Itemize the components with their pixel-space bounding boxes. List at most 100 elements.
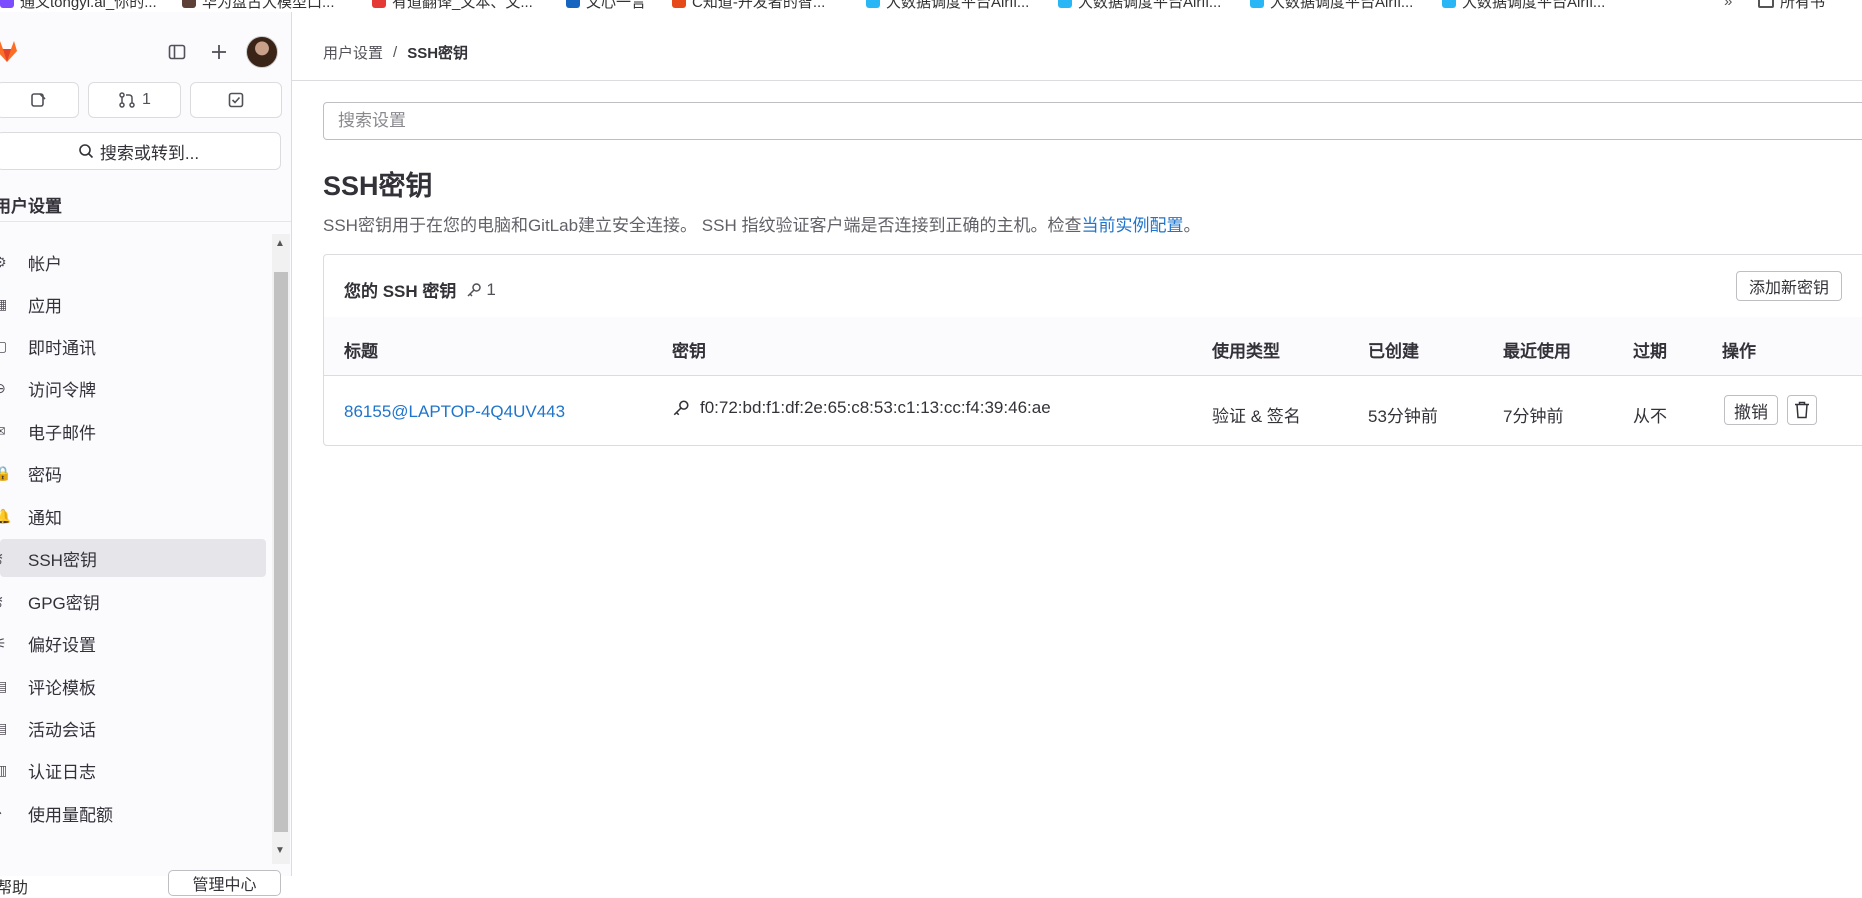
instance-config-link[interactable]: 当前实例配置 [1081,216,1183,235]
todos-button[interactable] [190,82,282,118]
help-label: 帮助 [0,880,29,897]
page-title: SSH密钥 [323,171,433,201]
quota-icon: ◔ [0,806,8,820]
sidebar-item-active-sessions[interactable]: ▤ 活动会话 [0,709,266,747]
sidebar-item-profile[interactable] [0,224,266,242]
key-count: 1 [486,279,496,299]
search-or-goto-button[interactable]: 搜索或转到... [0,132,281,170]
column-header-last-used: 最近使用 [1503,342,1571,361]
created-time: 53分钟前 [1368,407,1438,426]
revoke-button[interactable]: 撤销 [1724,395,1778,425]
merge-requests-count: 1 [142,91,151,108]
sidebar-item-emails[interactable]: ✉ 电子邮件 [0,412,266,450]
bookmark[interactable]: 大数据调度平台Airfl... [1442,0,1605,11]
key-title-link[interactable]: 86155@LAPTOP-4Q4UV443 [344,402,565,422]
bookmark-favicon-icon [566,0,580,8]
admin-label: 管理中心 [192,877,257,894]
page-description: SSH密钥用于在您的电脑和GitLab建立安全连接。 SSH 指纹验证客户端是否… [323,211,1200,236]
column-header-expires: 过期 [1633,342,1667,361]
sidebar-item-label: 密码 [28,465,62,485]
bell-icon: 🔔 [0,508,12,524]
bookmark[interactable]: 大数据调度平台Airfl... [1058,0,1221,11]
bookmark-favicon-icon [1442,0,1456,8]
divider [0,221,291,222]
bookmarks-bar: 通义tongyi.ai_你的... 华为盘古大模型口... 有道翻译_文本、文.… [0,0,1862,12]
bookmark-favicon-icon [672,0,686,8]
bookmark[interactable]: 有道翻译_文本、文... [372,0,533,11]
admin-area-button[interactable]: 管理中心 [168,870,281,896]
sidebar-item-label: 使用量配额 [28,805,113,825]
sidebar-item-auth-log[interactable]: ▥ 认证日志 [0,751,266,789]
search-or-goto-label: 搜索或转到... [99,143,200,163]
sidebar-item-notifications[interactable]: 🔔 通知 [0,497,266,535]
card-title: 您的 SSH 密钥 1 [344,277,496,302]
sidebar-item-label: 评论模板 [28,678,96,698]
delete-key-button[interactable] [1787,395,1817,425]
sidebar-item-label: 通知 [28,508,62,528]
breadcrumb-parent[interactable]: 用户设置 [323,42,383,63]
column-header-title: 标题 [344,342,378,361]
help-button[interactable]: 帮助 [0,874,28,898]
sessions-icon: ▤ [0,720,8,736]
sidebar-item-usage-quotas[interactable]: ◔ 使用量配额 [0,794,266,832]
more-bookmarks-chevron-icon[interactable]: » [1724,0,1732,10]
description-text: SSH密钥用于在您的电脑和GitLab建立安全连接。 SSH 指纹验证客户端是否… [323,216,1082,235]
applications-icon: ▦ [0,296,8,312]
table-header: 标题 密钥 使用类型 已创建 最近使用 过期 操作 [324,317,1862,376]
description-end: 。 [1183,216,1201,235]
account-icon: ⚙ [0,254,7,270]
lock-icon: 🔒 [0,465,12,481]
bookmark-favicon-icon [1250,0,1264,8]
sidebar-item-password[interactable]: 🔒 密码 [0,454,266,492]
merge-requests-button[interactable]: 1 [88,82,181,118]
sidebar-item-access-tokens[interactable]: ⊖ 访问令牌 [0,369,266,407]
bookmark[interactable]: 通义tongyi.ai_你的... [0,0,157,11]
breadcrumb-separator: / [393,44,398,61]
sidebar-item-ssh-keys[interactable]: ⚷ SSH密钥 [0,539,266,577]
scroll-down-arrow-icon[interactable]: ▼ [275,845,285,856]
expires-value: 从不 [1633,407,1667,426]
avatar[interactable] [246,36,278,68]
breadcrumb-current[interactable]: SSH密钥 [407,42,468,63]
card-header: 您的 SSH 密钥 1 添加新密钥 [324,255,1862,318]
bookmark-favicon-icon [182,0,196,8]
search-settings-input[interactable] [323,102,1862,140]
column-header-actions: 操作 [1722,342,1756,361]
key-icon [673,400,689,416]
breadcrumb: 用户设置 / SSH密钥 [323,42,468,63]
gitlab-logo-icon[interactable] [0,38,20,64]
last-used-time: 7分钟前 [1503,407,1564,426]
all-bookmarks[interactable]: 所有书 [1758,0,1825,11]
sidebar-item-gpg-keys[interactable]: ⚷ GPG密钥 [0,582,266,620]
bookmark[interactable]: 大数据调度平台Airfl... [1250,0,1413,11]
sidebar-item-comment-templates[interactable]: ▤ 评论模板 [0,667,266,705]
bookmark[interactable]: 华为盘古大模型口... [182,0,335,11]
bookmark[interactable]: 文心一言 [566,0,646,11]
add-new-key-button[interactable]: 添加新密钥 [1736,271,1842,301]
key-icon: ⚷ [0,594,8,608]
bookmark-favicon-icon [0,0,14,8]
issues-button[interactable] [0,82,79,118]
collapse-sidebar-icon[interactable] [165,40,189,64]
fingerprint-text: f0:72:bd:f1:df:2e:65:c8:53:c1:13:cc:f4:3… [700,398,1051,417]
sidebar-item-preferences[interactable]: ⚟ 偏好设置 [0,624,266,662]
sidebar-item-account[interactable]: ⚙ 帐户 [0,243,266,281]
column-header-usage-type: 使用类型 [1212,342,1280,361]
chat-icon: ▢ [0,338,8,354]
todo-check-icon [228,92,244,108]
sidebar-item-applications[interactable]: ▦ 应用 [0,285,266,323]
sidebar-item-chat[interactable]: ▢ 即时通讯 [0,327,266,365]
bookmark[interactable]: C知道-开发者的智... [672,0,825,11]
sidebar-item-label: 认证日志 [28,762,96,782]
divider [292,80,1862,81]
key-icon: ⚷ [0,551,8,565]
trash-icon [1795,401,1809,419]
plus-icon[interactable] [207,40,231,64]
bookmark[interactable]: 大数据调度平台Airfl... [866,0,1029,11]
scrollbar-thumb[interactable] [274,272,288,832]
usage-type: 验证 & 签名 [1212,407,1301,426]
token-icon: ⊖ [0,381,8,395]
scroll-up-arrow-icon[interactable]: ▲ [275,238,285,249]
folder-icon [1758,0,1774,8]
column-header-created: 已创建 [1368,342,1419,361]
